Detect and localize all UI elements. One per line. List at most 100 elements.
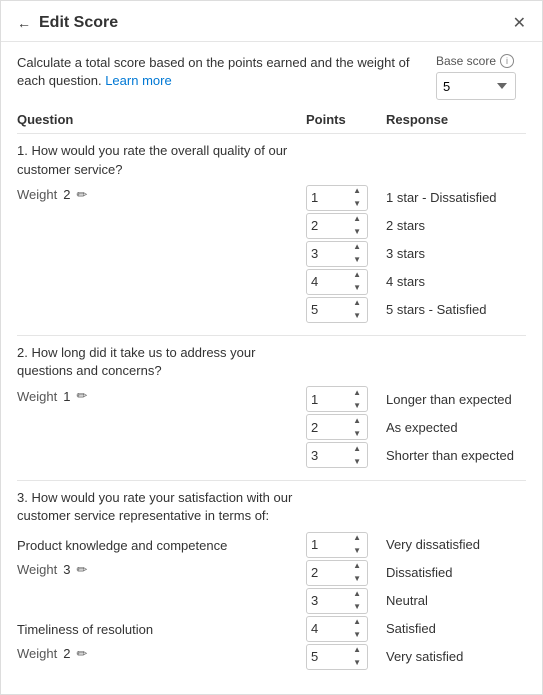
q3-r4-points-input[interactable]: 4 ▲ ▼ (306, 616, 368, 642)
q3-r5-label: Very satisfied (386, 649, 526, 664)
q2-r1-points-input[interactable]: 1 ▲ ▼ (306, 386, 368, 412)
q1-r1-points-val: 1 (311, 190, 318, 205)
table-row: 4 ▲ ▼ 4 stars (17, 269, 526, 295)
q3-r5-points-input[interactable]: 5 ▲ ▼ (306, 644, 368, 670)
q3-sub1-label: Product knowledge and competence (17, 538, 306, 553)
q1-r3-points-input[interactable]: 3 ▲ ▼ (306, 241, 368, 267)
q1-header-row: 1. How would you rate the overall qualit… (17, 142, 526, 184)
q3-r2-down[interactable]: ▼ (351, 573, 363, 586)
table-row: Weight 2 ✏ 1 ▲ ▼ 1 star - Dissa (17, 185, 526, 211)
q2-r2-down[interactable]: ▼ (351, 427, 363, 440)
q2-text: 2. How long did it take us to address yo… (17, 344, 306, 380)
q2-r3-points-input[interactable]: 3 ▲ ▼ (306, 442, 368, 468)
q3-r5-down[interactable]: ▼ (351, 657, 363, 670)
q2-r2-points-input[interactable]: 2 ▲ ▼ (306, 414, 368, 440)
q2-r3-down[interactable]: ▼ (351, 455, 363, 468)
q3-r4-down[interactable]: ▼ (351, 629, 363, 642)
q1-r2-label: 2 stars (386, 218, 526, 233)
col-points-header: Points (306, 112, 386, 127)
divider-2 (17, 480, 526, 481)
base-score-label: Base score i (436, 54, 514, 68)
q1-r3-down[interactable]: ▼ (351, 254, 363, 267)
question-section-3: 3. How would you rate your satisfaction … (17, 489, 526, 669)
table-row: 3 ▲ ▼ 3 stars (17, 241, 526, 267)
q1-r5-up[interactable]: ▲ (351, 297, 363, 310)
q2-r2-up[interactable]: ▲ (351, 414, 363, 427)
q3-r3-label: Neutral (386, 593, 526, 608)
q2-responses: Weight 1 ✏ 1 ▲ ▼ Longer than ex (17, 386, 526, 468)
q1-r3-label: 3 stars (386, 246, 526, 261)
q1-weight-label: Weight (17, 187, 57, 202)
divider-1 (17, 335, 526, 336)
q1-r1-label: 1 star - Dissatisfied (386, 190, 526, 205)
q1-r1-down[interactable]: ▼ (351, 198, 363, 211)
q3-weight2-edit[interactable]: ✏ (76, 646, 87, 662)
q1-weight-row: Weight 2 ✏ (17, 187, 306, 203)
q2-weight-edit[interactable]: ✏ (76, 388, 87, 404)
q1-r4-down[interactable]: ▼ (351, 282, 363, 295)
table-row: 3 ▲ ▼ Neutral (17, 588, 526, 614)
learn-more-link[interactable]: Learn more (105, 73, 171, 88)
q3-weight1-row: Weight 3 ✏ (17, 562, 306, 578)
q1-weight-value: 2 (63, 187, 70, 202)
dialog-title: Edit Score (39, 14, 513, 32)
col-response-header: Response (386, 112, 526, 127)
q3-r1-points-input[interactable]: 1 ▲ ▼ (306, 532, 368, 558)
q2-r3-up[interactable]: ▲ (351, 442, 363, 455)
base-score-select[interactable]: 5 1 2 3 4 (436, 72, 516, 100)
q1-r2-up[interactable]: ▲ (351, 213, 363, 226)
dialog-header: ← Edit Score ✕ (1, 1, 542, 42)
q3-sub2-label: Timeliness of resolution (17, 622, 306, 637)
q3-responses: Product knowledge and competence 1 ▲ ▼ V… (17, 532, 526, 670)
table-row: Timeliness of resolution 4 ▲ ▼ Satisfied (17, 616, 526, 642)
q3-header-row: 3. How would you rate your satisfaction … (17, 489, 526, 531)
q3-r3-points-input[interactable]: 3 ▲ ▼ (306, 588, 368, 614)
q1-r4-points-input[interactable]: 4 ▲ ▼ (306, 269, 368, 295)
q3-r1-down[interactable]: ▼ (351, 545, 363, 558)
q2-header-row: 2. How long did it take us to address yo… (17, 344, 526, 386)
q3-r5-up[interactable]: ▲ (351, 644, 363, 657)
q2-r2-label: As expected (386, 420, 526, 435)
q3-r3-down[interactable]: ▼ (351, 601, 363, 614)
table-row: 5 ▲ ▼ 5 stars - Satisfied (17, 297, 526, 323)
q1-r5-points-input[interactable]: 5 ▲ ▼ (306, 297, 368, 323)
q1-weight-edit[interactable]: ✏ (76, 187, 87, 203)
close-button[interactable]: ✕ (513, 13, 526, 33)
q1-r2-points-input[interactable]: 2 ▲ ▼ (306, 213, 368, 239)
q1-r1-up[interactable]: ▲ (351, 185, 363, 198)
q3-weight1-edit[interactable]: ✏ (76, 562, 87, 578)
q2-r3-label: Shorter than expected (386, 448, 526, 463)
q1-r2-down[interactable]: ▼ (351, 226, 363, 239)
q3-r4-label: Satisfied (386, 621, 526, 636)
description-text: Calculate a total score based on the poi… (17, 54, 436, 90)
info-icon[interactable]: i (500, 54, 514, 68)
q3-r1-up[interactable]: ▲ (351, 532, 363, 545)
description-col: Calculate a total score based on the poi… (17, 54, 436, 102)
q3-r4-up[interactable]: ▲ (351, 616, 363, 629)
q3-r1-label: Very dissatisfied (386, 537, 526, 552)
q1-r1-points-input[interactable]: 1 ▲ ▼ (306, 185, 368, 211)
q2-r1-label: Longer than expected (386, 392, 526, 407)
q2-r1-down[interactable]: ▼ (351, 399, 363, 412)
q3-text: 3. How would you rate your satisfaction … (17, 489, 306, 525)
q1-r3-up[interactable]: ▲ (351, 241, 363, 254)
table-row: Weight 1 ✏ 1 ▲ ▼ Longer than ex (17, 386, 526, 412)
q3-weight2-row: Weight 2 ✏ (17, 646, 306, 662)
q1-r1-points-wrap: 1 ▲ ▼ (306, 185, 386, 211)
q1-r5-label: 5 stars - Satisfied (386, 302, 526, 317)
q3-r2-up[interactable]: ▲ (351, 560, 363, 573)
col-question-header: Question (17, 112, 306, 127)
q2-r1-up[interactable]: ▲ (351, 386, 363, 399)
q1-r5-down[interactable]: ▼ (351, 310, 363, 323)
edit-score-dialog: ← Edit Score ✕ Calculate a total score b… (0, 0, 543, 695)
table-row: 2 ▲ ▼ As expected (17, 414, 526, 440)
q1-r4-up[interactable]: ▲ (351, 269, 363, 282)
dialog-body: Calculate a total score based on the poi… (1, 42, 542, 694)
base-score-col: Base score i 5 1 2 3 4 (436, 54, 526, 102)
q3-r2-points-input[interactable]: 2 ▲ ▼ (306, 560, 368, 586)
q3-r3-up[interactable]: ▲ (351, 588, 363, 601)
table-row: Product knowledge and competence 1 ▲ ▼ V… (17, 532, 526, 558)
table-row: 2 ▲ ▼ 2 stars (17, 213, 526, 239)
question-section-1: 1. How would you rate the overall qualit… (17, 142, 526, 322)
back-button[interactable]: ← (17, 15, 31, 31)
